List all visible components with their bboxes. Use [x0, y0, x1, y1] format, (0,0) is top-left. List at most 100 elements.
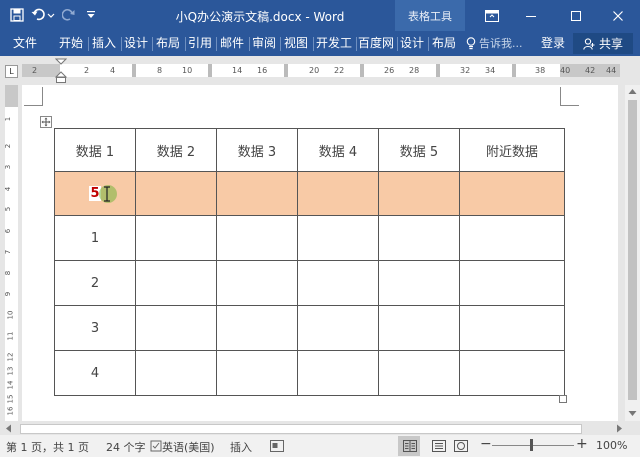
column-marker[interactable]: [436, 64, 440, 77]
horizontal-scrollbar[interactable]: [0, 421, 640, 435]
table-header-cell[interactable]: 数据 4: [297, 128, 379, 172]
horizontal-ruler[interactable]: 2 2 4 8 10 14 16 20 22 26 28 32 34 38 40…: [22, 58, 620, 83]
table-cell[interactable]: [216, 215, 298, 261]
table-cell[interactable]: [216, 305, 298, 351]
tab-mailings[interactable]: 邮件: [217, 31, 247, 56]
table-resize-handle[interactable]: [559, 395, 567, 403]
tab-table-design[interactable]: 设计: [398, 31, 426, 56]
table-header-cell[interactable]: 数据 3: [216, 128, 298, 172]
table-cell-active[interactable]: 5: [54, 171, 136, 216]
table-cell[interactable]: [459, 305, 565, 351]
table-cell[interactable]: [297, 260, 379, 306]
table-header-cell[interactable]: 附近数据: [459, 128, 565, 172]
table-cell[interactable]: [135, 305, 217, 351]
table-cell[interactable]: [378, 305, 460, 351]
ruler-tick: 16: [6, 406, 15, 416]
zoom-slider-thumb[interactable]: [530, 439, 533, 451]
zoom-out-icon[interactable]: −: [480, 436, 492, 452]
column-marker[interactable]: [512, 64, 516, 77]
table-cell[interactable]: 1: [54, 215, 136, 261]
tab-references[interactable]: 引用: [186, 31, 214, 56]
document-area[interactable]: 数据 1 数据 2 数据 3 数据 4 数据 5 附近数据 5 1 2 3 4: [22, 85, 625, 421]
table-cell[interactable]: [135, 350, 217, 396]
table-cell[interactable]: [135, 215, 217, 261]
tell-me-box[interactable]: 告诉我...: [466, 31, 530, 56]
table-header-cell[interactable]: 数据 2: [135, 128, 217, 172]
tab-layout[interactable]: 布局: [153, 31, 183, 56]
insert-mode[interactable]: 插入: [230, 439, 252, 455]
table-header-cell[interactable]: 数据 5: [378, 128, 460, 172]
scroll-right-icon[interactable]: [616, 424, 623, 433]
table-cell[interactable]: [459, 215, 565, 261]
read-mode-icon[interactable]: [403, 440, 417, 452]
save-icon[interactable]: [6, 4, 28, 26]
redo-icon[interactable]: [58, 4, 80, 26]
table-move-handle-icon[interactable]: [40, 116, 52, 128]
tab-design[interactable]: 设计: [122, 31, 150, 56]
share-button[interactable]: 共享: [573, 33, 633, 54]
ruler-tick: 10: [182, 66, 193, 75]
table-cell[interactable]: [216, 171, 298, 216]
column-marker[interactable]: [360, 64, 364, 77]
vertical-ruler[interactable]: 1 2 3 4 5 6 7 8 9 10 11 12 13 14 15 16: [0, 85, 22, 421]
tab-baidu-netdisk[interactable]: 百度网: [357, 31, 395, 56]
word-count[interactable]: 24 个字: [106, 439, 146, 455]
undo-icon[interactable]: [28, 4, 58, 26]
document-page[interactable]: 数据 1 数据 2 数据 3 数据 4 数据 5 附近数据 5 1 2 3 4: [22, 85, 618, 421]
minimize-icon[interactable]: [509, 0, 553, 31]
tab-developer[interactable]: 开发工: [314, 31, 354, 56]
sign-in-link[interactable]: 登录: [538, 31, 568, 56]
page-count[interactable]: 第 1 页，共 1 页: [6, 439, 89, 455]
table-cell[interactable]: [135, 171, 217, 216]
table-cell[interactable]: [216, 260, 298, 306]
tab-selector-icon[interactable]: L: [5, 65, 18, 78]
customize-quick-access-icon[interactable]: [80, 4, 102, 26]
proofing-icon[interactable]: [150, 440, 162, 452]
table-cell[interactable]: [297, 215, 379, 261]
tab-home[interactable]: 开始: [56, 31, 86, 56]
language-indicator[interactable]: 英语(美国): [162, 439, 215, 455]
tab-review[interactable]: 审阅: [250, 31, 278, 56]
table-cell[interactable]: [378, 350, 460, 396]
zoom-slider[interactable]: [492, 445, 574, 446]
data-table[interactable]: 数据 1 数据 2 数据 3 数据 4 数据 5 附近数据 5 1 2 3 4: [54, 128, 565, 396]
tab-file[interactable]: 文件: [6, 31, 44, 56]
zoom-level[interactable]: 100%: [596, 439, 627, 452]
column-marker[interactable]: [208, 64, 212, 77]
scroll-down-icon[interactable]: [628, 410, 637, 417]
table-cell[interactable]: [459, 171, 565, 216]
vertical-scroll-thumb[interactable]: [628, 100, 637, 400]
table-cell[interactable]: [297, 171, 379, 216]
maximize-icon[interactable]: [554, 0, 598, 31]
tab-view[interactable]: 视图: [281, 31, 311, 56]
close-icon[interactable]: [596, 0, 640, 31]
tab-insert[interactable]: 插入: [89, 31, 119, 56]
horizontal-scroll-thumb[interactable]: [20, 424, 582, 434]
table-cell[interactable]: 2: [54, 260, 136, 306]
table-cell[interactable]: [135, 260, 217, 306]
table-header-cell[interactable]: 数据 1: [54, 128, 136, 172]
web-layout-icon[interactable]: [454, 440, 468, 452]
table-cell[interactable]: [459, 350, 565, 396]
table-cell[interactable]: [378, 215, 460, 261]
ribbon-display-options-icon[interactable]: [470, 0, 514, 31]
scroll-left-icon[interactable]: [5, 424, 12, 433]
scroll-up-icon[interactable]: [628, 88, 637, 95]
table-cell[interactable]: [378, 171, 460, 216]
table-cell[interactable]: [216, 350, 298, 396]
table-cell[interactable]: [378, 260, 460, 306]
tab-table-layout[interactable]: 布局: [429, 31, 459, 56]
print-layout-icon[interactable]: [432, 440, 446, 452]
macro-record-icon[interactable]: [270, 440, 284, 452]
table-cell[interactable]: [297, 350, 379, 396]
table-cell[interactable]: [459, 260, 565, 306]
zoom-in-icon[interactable]: +: [576, 436, 588, 452]
ruler-tick: 16: [257, 66, 268, 75]
table-cell[interactable]: 4: [54, 350, 136, 396]
column-marker[interactable]: [284, 64, 288, 77]
vertical-scrollbar[interactable]: [625, 85, 640, 421]
table-cell[interactable]: 3: [54, 305, 136, 351]
column-marker[interactable]: [132, 64, 136, 77]
table-cell[interactable]: [297, 305, 379, 351]
indent-marker-icon[interactable]: [55, 58, 67, 84]
